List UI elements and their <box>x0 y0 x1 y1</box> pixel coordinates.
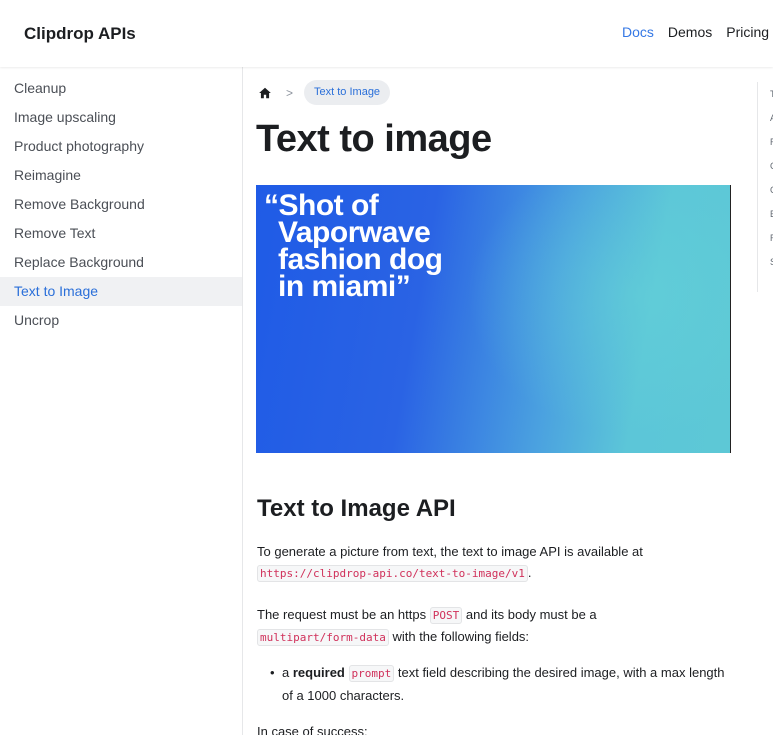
hero-line: “Shot of <box>264 189 379 222</box>
toc-item[interactable]: C <box>758 178 773 202</box>
sidebar-item-replace-background[interactable]: Replace Background <box>0 248 242 277</box>
list-item: a required prompt text field describing … <box>270 662 730 707</box>
breadcrumb-current: Text to Image <box>304 80 391 105</box>
bullet-prefix: a <box>282 665 290 680</box>
toc-item[interactable]: E <box>758 202 773 226</box>
request-text: The request must be an https <box>257 607 427 622</box>
toc-item[interactable]: R <box>758 226 773 250</box>
section-title: Text to Image API <box>257 495 456 522</box>
toc-item[interactable]: T <box>758 82 773 106</box>
top-navbar: Clipdrop APIs Docs Demos Pricing <box>0 0 773 67</box>
hero-image: “Shot of Vaporwave fashion dog in miami” <box>256 185 731 453</box>
endpoint-paragraph: To generate a picture from text, the tex… <box>257 541 727 584</box>
nav-links: Docs Demos Pricing <box>622 24 773 40</box>
endpoint-period: . <box>527 565 532 580</box>
multipart-code: multipart/form-data <box>257 629 389 646</box>
table-of-contents: T A R C C E R S <box>757 82 773 292</box>
endpoint-text: To generate a picture from text, the tex… <box>257 544 643 559</box>
hero-line: fashion dog <box>278 243 443 276</box>
toc-item[interactable]: A <box>758 106 773 130</box>
request-text-end: with the following fields: <box>392 629 530 644</box>
hero-line: Vaporwave <box>278 216 431 249</box>
post-code: POST <box>429 607 463 624</box>
nav-link-demos[interactable]: Demos <box>668 24 712 40</box>
required-label: required <box>292 665 345 680</box>
toc-item[interactable]: S <box>758 250 773 274</box>
request-text-mid: and its body must be a <box>465 607 597 622</box>
home-icon[interactable] <box>258 86 272 100</box>
sidebar: Cleanup Image upscaling Product photogra… <box>0 67 243 735</box>
sidebar-item-cleanup[interactable]: Cleanup <box>0 74 242 103</box>
toc-item[interactable]: C <box>758 154 773 178</box>
sidebar-item-remove-background[interactable]: Remove Background <box>0 190 242 219</box>
sidebar-item-reimagine[interactable]: Reimagine <box>0 161 242 190</box>
nav-link-docs[interactable]: Docs <box>622 24 654 40</box>
toc-item[interactable]: R <box>758 130 773 154</box>
request-paragraph: The request must be an https POST and it… <box>257 604 727 648</box>
breadcrumb: > Text to Image <box>258 80 391 105</box>
sidebar-item-image-upscaling[interactable]: Image upscaling <box>0 103 242 132</box>
hero-caption: “Shot of Vaporwave fashion dog in miami” <box>264 189 443 303</box>
page-title: Text to image <box>256 118 492 160</box>
sidebar-item-text-to-image[interactable]: Text to Image <box>0 277 242 306</box>
nav-link-pricing[interactable]: Pricing <box>726 24 769 40</box>
breadcrumb-separator: > <box>286 85 294 100</box>
hero-line: in miami” <box>278 270 411 303</box>
sidebar-item-product-photography[interactable]: Product photography <box>0 132 242 161</box>
sidebar-item-uncrop[interactable]: Uncrop <box>0 306 242 335</box>
endpoint-url-code: https://clipdrop-api.co/text-to-image/v1 <box>257 565 528 582</box>
success-paragraph: In case of success: <box>257 724 368 735</box>
brand-logo[interactable]: Clipdrop APIs <box>24 24 136 44</box>
prompt-code: prompt <box>348 665 395 682</box>
sidebar-item-remove-text[interactable]: Remove Text <box>0 219 242 248</box>
